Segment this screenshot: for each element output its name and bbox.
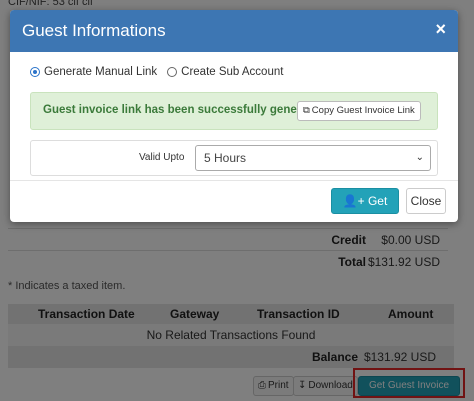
chevron-down-icon: ⌄ — [415, 152, 424, 163]
valid-upto-select[interactable]: 5 Hours ⌄ — [195, 145, 431, 171]
modal-footer: 👤+ Get Link Close — [10, 180, 458, 222]
modal-title: Guest Informations — [22, 21, 166, 40]
create-sub-account-radio[interactable] — [167, 67, 178, 77]
valid-upto-value: 5 Hours — [204, 151, 247, 165]
close-icon[interactable]: × — [435, 19, 446, 40]
modal-body: Generate Manual Link Create Sub Account … — [10, 52, 458, 180]
add-user-icon: 👤+ — [342, 194, 365, 208]
create-sub-account-label[interactable]: Create Sub Account — [181, 66, 283, 78]
modal-header: Guest Informations × — [10, 10, 458, 52]
copy-guest-invoice-link-button[interactable]: ⧉ Copy Guest Invoice Link — [297, 101, 421, 121]
generate-manual-link-label[interactable]: Generate Manual Link — [44, 66, 157, 78]
link-type-options: Generate Manual Link Create Sub Account — [30, 66, 293, 78]
copy-button-label: Copy Guest Invoice Link — [311, 105, 415, 116]
valid-upto-label: Valid Upto — [139, 152, 185, 163]
success-message: Guest invoice link has been successfully… — [43, 104, 325, 116]
valid-upto-field: Valid Upto 5 Hours ⌄ — [30, 140, 438, 176]
copy-icon: ⧉ — [303, 105, 310, 116]
generate-manual-link-radio[interactable] — [30, 67, 40, 77]
get-link-button[interactable]: 👤+ Get Link — [331, 188, 399, 222]
close-button[interactable]: Close — [406, 188, 446, 214]
success-alert: Guest invoice link has been successfully… — [30, 92, 438, 130]
guest-informations-modal: Guest Informations × Generate Manual Lin… — [10, 10, 458, 222]
